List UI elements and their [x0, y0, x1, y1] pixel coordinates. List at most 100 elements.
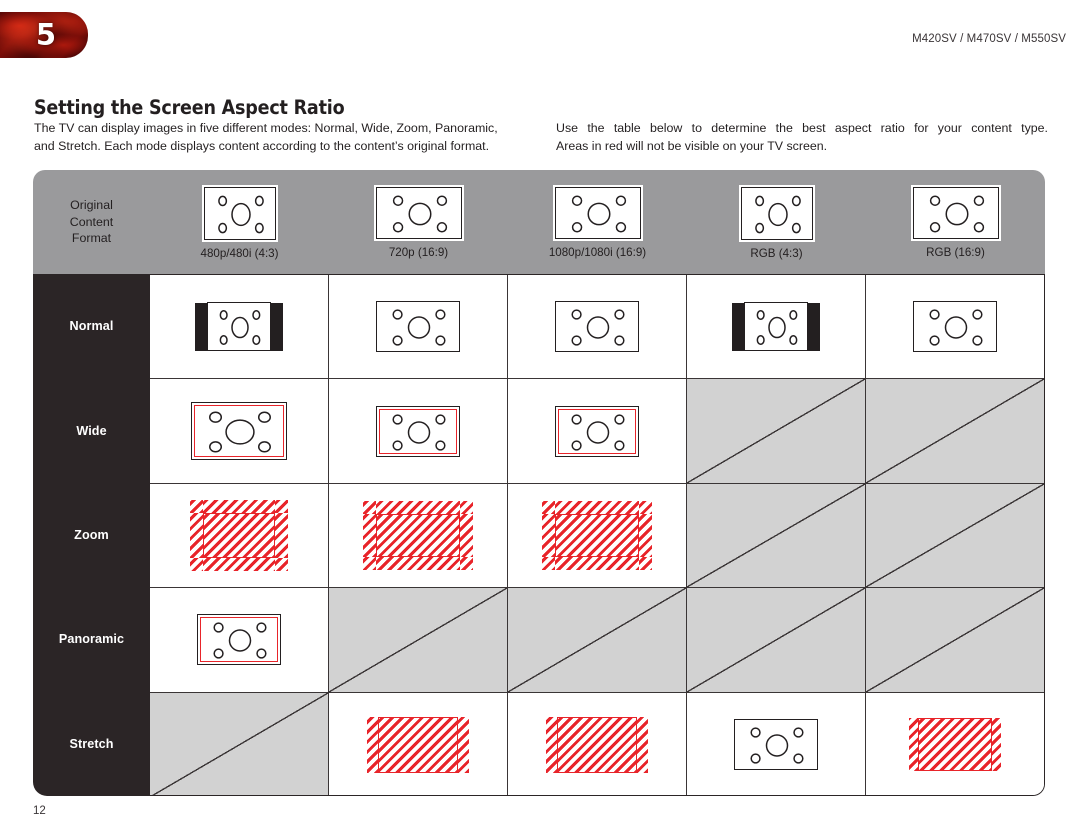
aspect-cell-stretch-col2 — [329, 692, 508, 795]
pillarbox-bar-left — [732, 302, 745, 351]
format-thumbnail — [738, 184, 815, 242]
tv-screen-diagram — [203, 186, 276, 240]
aspect-cell-zoom-col3 — [508, 483, 687, 588]
aspect-cell-normal-col3 — [508, 275, 687, 379]
mode-label-panoramic: Panoramic — [33, 587, 150, 691]
aspect-cell-stretch-col5 — [866, 692, 1044, 795]
mode-label-stretch: Stretch — [33, 692, 150, 796]
aspect-cell-zoom-col2 — [329, 483, 508, 588]
model-numbers: M420SV / M470SV / M550SV — [912, 33, 1066, 45]
aspect-cell-wide-col1 — [150, 379, 329, 483]
tv-screen-diagram — [734, 719, 818, 771]
mode-label-text: Zoom — [74, 527, 109, 542]
pillarbox-bar-right — [270, 302, 283, 351]
aspect-cell-normal-col2 — [329, 275, 508, 379]
tv-screen-diagram — [191, 402, 287, 461]
mode-label-text: Panoramic — [58, 632, 125, 647]
mode-label-wide: Wide — [33, 378, 150, 482]
tv-screen-diagram — [376, 405, 460, 457]
tv-screen-diagram — [367, 716, 469, 773]
table-row-panoramic — [150, 588, 1044, 693]
aspect-cell-wide-col2 — [329, 379, 508, 483]
tv-screen-diagram — [190, 499, 288, 572]
aspect-ratio-table: Original Content Format 480p/480i (4:3) … — [33, 170, 1045, 796]
aspect-cell-stretch-col4 — [687, 692, 866, 795]
aspect-cell-zoom-col4 — [687, 483, 866, 588]
tv-screen-diagram — [740, 186, 813, 240]
mode-label-text: Wide — [76, 423, 107, 438]
table-row-wide — [150, 379, 1044, 484]
tv-screen-diagram — [195, 302, 283, 352]
format-caption: 720p (16:9) — [388, 246, 449, 259]
aspect-cell-normal-col5 — [866, 275, 1044, 379]
table-corner-label: Original Content Format — [33, 170, 150, 274]
aspect-cell-stretch-col3 — [508, 692, 687, 795]
aspect-cell-panoramic-col4 — [687, 588, 866, 692]
format-header-5: RGB (16:9) — [866, 170, 1045, 274]
table-row-normal — [150, 275, 1044, 380]
tv-screen-diagram — [546, 716, 648, 773]
aspect-cell-stretch-col1 — [150, 692, 329, 795]
aspect-cell-zoom-col5 — [866, 483, 1044, 588]
format-header-4: RGB (4:3) — [687, 170, 866, 274]
pillarbox-bar-right — [807, 302, 820, 351]
page-number: 12 — [33, 805, 46, 817]
table-body — [150, 274, 1045, 796]
chapter-number: 5 — [35, 17, 57, 52]
tv-screen-diagram — [363, 500, 473, 571]
tv-screen-diagram — [913, 301, 997, 353]
format-header-1: 480p/480i (4:3) — [150, 170, 329, 274]
format-caption: 1080p/1080i (16:9) — [548, 246, 647, 259]
tv-screen-diagram — [542, 500, 652, 571]
corner-label-line-3: Format — [71, 231, 112, 246]
tv-screen-diagram — [554, 187, 641, 239]
intro-left-line-2: and Stretch. Each mode displays content … — [34, 138, 490, 153]
table-header-row: Original Content Format 480p/480i (4:3) … — [33, 170, 1045, 276]
intro-right-line-1: Use the table below to determine the bes… — [556, 121, 1048, 135]
format-caption: RGB (4:3) — [750, 246, 803, 260]
tv-screen-diagram — [732, 302, 820, 352]
corner-label-line-2: Content — [69, 214, 114, 229]
pillarbox-bar-left — [195, 302, 208, 351]
tv-screen-diagram — [912, 187, 999, 239]
mode-label-normal: Normal — [33, 274, 150, 378]
tv-screen-diagram — [909, 718, 1001, 772]
corner-label-line-1: Original — [70, 197, 113, 212]
table-row-zoom — [150, 483, 1044, 589]
aspect-cell-normal-col1 — [150, 275, 329, 379]
format-caption: RGB (16:9) — [926, 246, 985, 259]
aspect-cell-zoom-col1 — [150, 483, 329, 588]
format-header-2: 720p (16:9) — [329, 170, 508, 274]
table-row-stretch — [150, 692, 1044, 795]
tv-screen-diagram — [555, 301, 639, 353]
format-thumbnail — [373, 185, 464, 241]
mode-label-column: Normal Wide Zoom Panoramic Stretch — [33, 274, 150, 796]
page-title: Setting the Screen Aspect Ratio — [34, 96, 345, 120]
aspect-cell-wide-col4 — [687, 379, 866, 484]
aspect-cell-panoramic-col3 — [508, 588, 687, 692]
aspect-cell-normal-col4 — [687, 275, 866, 379]
aspect-cell-wide-col3 — [508, 379, 687, 483]
intro-right-line-2: Areas in red will not be visible on your… — [556, 138, 828, 153]
format-thumbnail — [201, 184, 278, 242]
intro-left-line-1: The TV can display images in five differ… — [34, 121, 498, 135]
tv-screen-diagram — [376, 301, 460, 353]
tv-screen-diagram — [197, 614, 281, 666]
format-thumbnail — [552, 185, 643, 241]
tv-screen-diagram — [375, 187, 462, 239]
aspect-cell-wide-col5 — [866, 379, 1044, 484]
mode-label-text: Normal — [69, 319, 114, 334]
tv-screen-diagram — [555, 405, 639, 457]
chapter-badge: 5 — [0, 12, 88, 58]
format-caption: 480p/480i (4:3) — [200, 246, 279, 260]
intro-paragraph-left: The TV can display images in five differ… — [34, 120, 526, 155]
intro-paragraph-right: Use the table below to determine the bes… — [556, 120, 1048, 155]
format-thumbnail — [910, 185, 1001, 241]
format-header-3: 1080p/1080i (16:9) — [508, 170, 687, 274]
format-column-headers: 480p/480i (4:3) 720p (16:9) 1080p/1080i … — [150, 170, 1045, 274]
aspect-cell-panoramic-col5 — [866, 588, 1044, 692]
aspect-cell-panoramic-col2 — [329, 588, 508, 692]
mode-label-zoom: Zoom — [33, 483, 150, 587]
mode-label-text: Stretch — [69, 736, 114, 751]
aspect-cell-panoramic-col1 — [150, 588, 329, 692]
